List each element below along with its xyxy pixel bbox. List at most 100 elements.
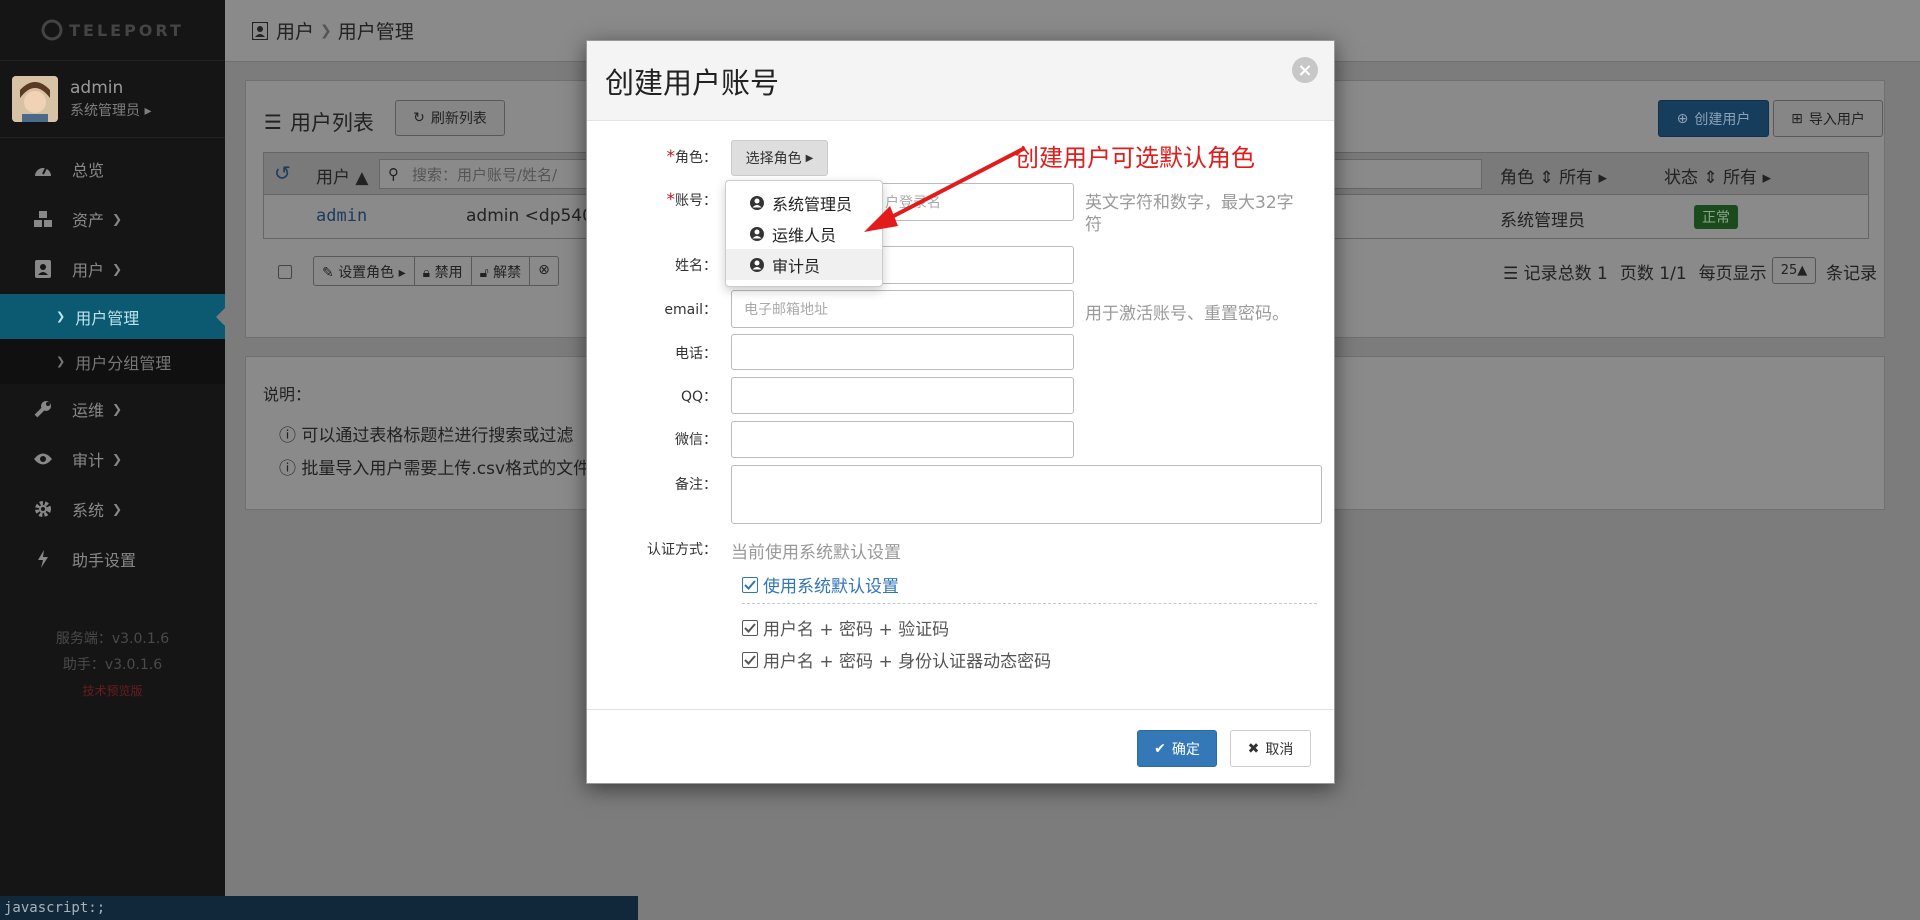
required-mark: * bbox=[666, 190, 676, 210]
user-profile: admin 系统管理员 ▸ bbox=[0, 60, 225, 138]
logo-text: TELEPORT bbox=[69, 20, 184, 40]
refresh-button[interactable]: ↻ 刷新列表 bbox=[395, 100, 505, 136]
browser-status-bar: javascript:; bbox=[0, 896, 638, 920]
delete-button[interactable]: ⊗ bbox=[530, 257, 558, 285]
plus-circle-icon: ⊕ bbox=[1676, 110, 1689, 127]
auth-option-otp[interactable]: 用户名 + 密码 + 身份认证器动态密码 bbox=[742, 647, 1051, 672]
note-line: ⓘ 批量导入用户需要上传.csv格式的文件 bbox=[279, 459, 591, 479]
wechat-field[interactable] bbox=[731, 421, 1074, 458]
breadcrumb-separator: ❯ bbox=[320, 22, 332, 39]
check-icon: ✔ bbox=[1154, 740, 1166, 757]
user-card-icon bbox=[252, 21, 268, 40]
sidebar-item-user-management[interactable]: ❯ 用户管理 bbox=[0, 294, 225, 339]
remark-textarea[interactable] bbox=[731, 465, 1322, 524]
enable-button[interactable]: 🔓︎ 解禁 bbox=[472, 257, 531, 285]
email-field[interactable]: 电子邮箱地址 bbox=[731, 290, 1074, 328]
user-account: admin <dp5408 bbox=[466, 206, 604, 226]
account-hint: 英文字符和数字，最大32字符 bbox=[1085, 193, 1294, 235]
qq-field[interactable] bbox=[731, 377, 1074, 414]
close-icon[interactable]: × bbox=[1292, 57, 1318, 83]
chevron-right-icon: ❯ bbox=[56, 310, 66, 323]
caret-right-icon: ▶ bbox=[805, 152, 814, 164]
create-user-button[interactable]: ⊕ 创建用户 bbox=[1658, 100, 1769, 137]
user-role-menu[interactable]: 系统管理员 ▸ bbox=[70, 100, 151, 120]
divider bbox=[742, 603, 1317, 604]
annotation-arrow bbox=[864, 146, 1026, 232]
app-logo[interactable]: TELEPORT bbox=[0, 0, 225, 60]
close-icon: ✖ bbox=[1247, 740, 1260, 757]
col-user[interactable]: 用户 ▲ bbox=[316, 163, 368, 188]
role-option-auditor[interactable]: 审计员 bbox=[726, 249, 882, 280]
info-icon: ⓘ bbox=[279, 459, 296, 479]
cubes-icon bbox=[32, 208, 54, 230]
sidebar-item-audit[interactable]: 审计 ❯ bbox=[0, 434, 225, 484]
per-page-select[interactable]: 25 ▲ bbox=[1772, 257, 1816, 284]
pagination-info: ☰ 记录总数 1 页数 1/1 每页显示 bbox=[1503, 259, 1767, 284]
dashboard-icon bbox=[32, 158, 54, 180]
email-label: email： bbox=[664, 302, 717, 318]
user-circle-icon bbox=[750, 257, 764, 272]
per-page-label: 每页显示 bbox=[1698, 264, 1767, 284]
modal-title: 创建用户账号 bbox=[587, 41, 1334, 121]
disable-button[interactable]: 🔒︎ 禁用 bbox=[415, 257, 472, 285]
select-all-checkbox[interactable] bbox=[278, 265, 292, 279]
user-name: admin bbox=[70, 78, 124, 98]
modal-footer-divider bbox=[587, 709, 1334, 710]
role-option-admin[interactable]: 系统管理员 bbox=[726, 187, 882, 218]
auth-current: 当前使用系统默认设置 bbox=[731, 543, 901, 563]
notes-title: 说明： bbox=[263, 385, 312, 404]
phone-label: 电话： bbox=[675, 346, 717, 362]
info-icon: ⓘ bbox=[279, 426, 296, 446]
chevron-right-icon: ❯ bbox=[56, 355, 66, 368]
sidebar-item-dashboard[interactable]: 总览 bbox=[0, 144, 225, 194]
select-role-button[interactable]: 选择角色 ▶ bbox=[731, 140, 828, 176]
col-status[interactable]: 状态 ⇕ 所有 ▸ bbox=[1664, 163, 1771, 188]
name-label: 姓名： bbox=[675, 258, 717, 274]
cancel-button[interactable]: ✖ 取消 bbox=[1230, 730, 1311, 767]
auth-default-checkbox[interactable]: 使用系统默认设置 bbox=[742, 572, 899, 597]
sidebar-item-users[interactable]: 用户 ❯ bbox=[0, 244, 225, 294]
breadcrumb-current: 用户管理 bbox=[337, 21, 414, 43]
panel-title: ☰ 用户列表 bbox=[264, 110, 374, 135]
per-page-unit: 条记录 bbox=[1826, 264, 1877, 284]
reset-filter-icon[interactable]: ↺ bbox=[274, 161, 291, 185]
batch-actions: ✎ 设置角色 ▸ 🔒︎ 禁用 🔓︎ 解禁 ⊗ bbox=[313, 256, 559, 286]
list-icon: ☰ bbox=[264, 110, 282, 134]
set-role-button[interactable]: ✎ 设置角色 ▸ bbox=[314, 257, 415, 285]
user-circle-icon bbox=[750, 226, 764, 241]
sidebar: TELEPORT admin 系统管理员 ▸ 总览 资产 ❯ 用户 ❯ ❯ 用户… bbox=[0, 0, 225, 920]
sidebar-item-ops[interactable]: 运维 ❯ bbox=[0, 384, 225, 434]
role-label: *角色： bbox=[666, 147, 718, 167]
confirm-button[interactable]: ✔ 确定 bbox=[1137, 730, 1217, 767]
sidebar-item-assets[interactable]: 资产 ❯ bbox=[0, 194, 225, 244]
chevron-right-icon: ❯ bbox=[112, 452, 123, 466]
wrench-icon bbox=[32, 398, 54, 420]
user-link[interactable]: admin bbox=[316, 206, 367, 226]
sidebar-item-system[interactable]: 系统 ❯ bbox=[0, 484, 225, 534]
import-user-button[interactable]: ⊞ 导入用户 bbox=[1773, 100, 1883, 137]
wechat-label: 微信： bbox=[675, 432, 717, 448]
assist-version: 助手：v3.0.1.6 bbox=[62, 657, 163, 673]
auth-label: 认证方式： bbox=[647, 542, 717, 558]
breadcrumb-root[interactable]: 用户 bbox=[276, 17, 314, 44]
email-hint: 用于激活账号、重置密码。 bbox=[1085, 304, 1289, 324]
avatar[interactable] bbox=[12, 76, 58, 122]
check-icon bbox=[742, 576, 758, 593]
col-role[interactable]: 角色 ⇕ 所有 ▸ bbox=[1500, 163, 1607, 188]
phone-field[interactable] bbox=[731, 334, 1074, 370]
sidebar-item-assist[interactable]: 助手设置 bbox=[0, 534, 225, 584]
chevron-right-icon: ❯ bbox=[112, 502, 123, 516]
teleport-logo-icon bbox=[41, 19, 63, 41]
search-icon: ⚲ bbox=[388, 165, 399, 183]
server-version: 服务端：v3.0.1.6 bbox=[55, 631, 170, 647]
role-option-ops[interactable]: 运维人员 bbox=[726, 218, 882, 249]
chevron-down-icon: ❯ bbox=[112, 262, 123, 276]
pages: 页数 1/1 bbox=[1619, 264, 1687, 284]
chevron-right-icon: ❯ bbox=[112, 212, 123, 226]
records-total: ☰ 记录总数 1 bbox=[1503, 264, 1608, 284]
auth-option-captcha[interactable]: 用户名 + 密码 + 验证码 bbox=[742, 615, 949, 640]
sidebar-item-user-groups[interactable]: ❯ 用户分组管理 bbox=[0, 339, 225, 384]
preview-badge: 技术预览版 bbox=[82, 684, 143, 698]
plus-square-icon: ⊞ bbox=[1791, 110, 1803, 127]
annotation-text: 创建用户可选默认角色 bbox=[1015, 144, 1255, 172]
